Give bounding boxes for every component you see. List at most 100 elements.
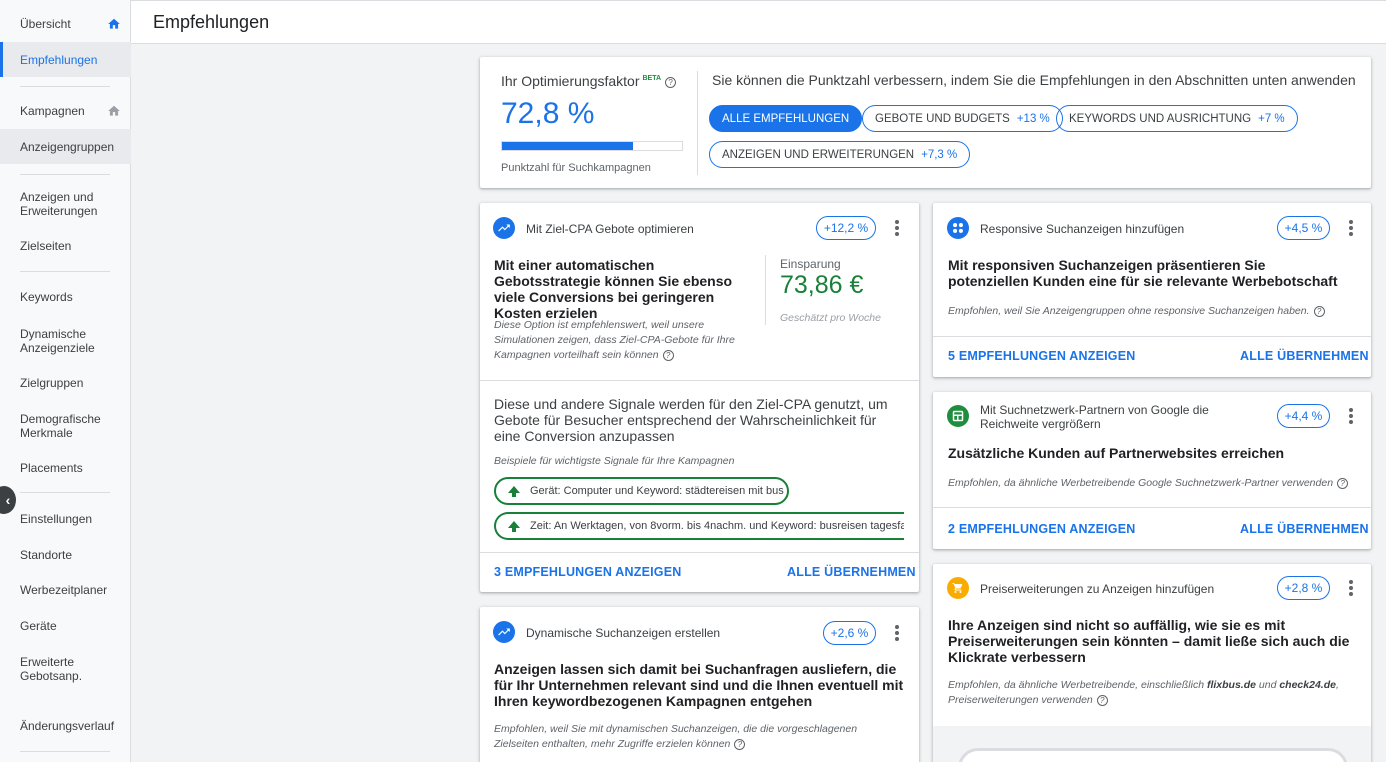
recommendation-card-target-cpa: Mit Ziel-CPA Gebote optimieren +12,2 % M… <box>480 203 919 592</box>
optimization-score-title: Ihr Optimierungsfaktor <box>501 73 640 89</box>
sidebar-item-label: Übersicht <box>20 17 71 31</box>
show-recommendations-link[interactable]: 2 EMPFEHLUNGEN ANZEIGEN <box>948 522 1136 536</box>
note-text: Empfohlen, da ähnliche Werbetreibende Go… <box>948 477 1334 489</box>
recommendation-card-responsive-search-ads: Responsive Suchanzeigen hinzufügen +4,5 … <box>933 203 1371 377</box>
filter-chip-keywords-targeting[interactable]: KEYWORDS UND AUSRICHTUNG +7 % <box>1056 105 1298 132</box>
chip-label: GEBOTE UND BUDGETS <box>875 112 1010 125</box>
optimization-score-card: Ihr Optimierungsfaktor BETA? 72,8 % Punkt… <box>480 57 1371 188</box>
sidebar-item-campaigns[interactable]: Kampagnen <box>0 94 131 128</box>
score-uplift-badge: +2,8 % <box>1277 576 1330 600</box>
recommendation-note: Diese Option ist empfehlenswert, weil un… <box>494 318 756 363</box>
help-icon[interactable]: ? <box>1337 477 1349 489</box>
chip-label: ALLE EMPFEHLUNGEN <box>722 112 850 125</box>
sidebar-item-label: Zielgruppen <box>20 376 84 390</box>
sidebar-item-devices[interactable]: Geräte <box>0 610 131 642</box>
sidebar-item-label: Keywords <box>20 290 73 304</box>
page-title: Empfehlungen <box>153 12 270 32</box>
apps-icon <box>947 217 969 239</box>
ad-preview <box>958 748 1348 762</box>
sidebar-item-adgroups[interactable]: Anzeigengruppen <box>0 129 131 164</box>
note-text: Empfohlen, da ähnliche Werbetreibende, e… <box>948 679 1207 691</box>
sidebar-item-overview[interactable]: Übersicht <box>0 8 131 40</box>
sidebar-item-label: Kampagnen <box>20 104 85 118</box>
chip-percent: +13 % <box>1016 112 1050 125</box>
sidebar-item-dynamic-ad-targets[interactable]: Dynamische Anzeigenziele <box>0 323 131 359</box>
sidebar-item-advanced-bid-adj[interactable]: Erweiterte Gebotsanp. <box>0 651 131 687</box>
sidebar-item-ads-extensions[interactable]: Anzeigen und Erweiterungen <box>0 186 131 222</box>
sidebar-item-demographics[interactable]: Demografische Merkmale <box>0 408 131 444</box>
note-text: Empfohlen, weil Sie mit dynamischen Such… <box>494 723 858 750</box>
savings-value: 73,86 € <box>780 271 864 299</box>
signal-chip: Gerät: Computer und Keyword: städtereise… <box>494 477 789 505</box>
sidebar-item-label: Erweiterte Gebotsanp. <box>20 655 83 683</box>
web-icon <box>947 405 969 427</box>
recommendation-headline: Mit einer automatischen Gebotsstrategie … <box>494 257 733 321</box>
sidebar-item-ad-schedule[interactable]: Werbezeitplaner <box>0 574 131 606</box>
sidebar-item-label: Einstellungen <box>20 512 93 526</box>
preview-area <box>933 726 1371 762</box>
note-text: Empfohlen, weil Sie Anzeigengruppen ohne… <box>948 305 1310 317</box>
sidebar-divider <box>20 751 110 752</box>
sidebar-item-label: Dynamische Anzeigenziele <box>20 327 95 355</box>
score-uplift-badge: +4,4 % <box>1277 404 1330 428</box>
help-icon[interactable]: ? <box>734 738 746 750</box>
optimization-score-label: Ihr Optimierungsfaktor BETA? <box>501 73 677 89</box>
recommendation-note: Empfohlen, da ähnliche Werbetreibende Go… <box>948 476 1368 491</box>
chip-label: ANZEIGEN UND ERWEITERUNGEN <box>722 148 915 161</box>
chip-percent: +7,3 % <box>921 148 958 161</box>
recommendation-note: Empfohlen, weil Sie Anzeigengruppen ohne… <box>948 304 1358 319</box>
sidebar-item-label: Empfehlungen <box>20 52 98 67</box>
more-options-icon[interactable] <box>895 625 899 641</box>
recommendation-card-dynamic-search-ads: Dynamische Suchanzeigen erstellen +2,6 %… <box>480 607 919 762</box>
cart-icon <box>947 577 969 599</box>
sidebar-item-recommendations[interactable]: Empfehlungen <box>0 42 131 77</box>
recommendation-note: Empfohlen, weil Sie mit dynamischen Such… <box>494 722 894 752</box>
sidebar-item-label: Standorte <box>20 548 73 562</box>
recommendation-title: Mit Ziel-CPA Gebote optimieren <box>526 222 694 236</box>
more-options-icon[interactable] <box>1349 580 1353 596</box>
help-icon[interactable]: ? <box>1313 305 1325 317</box>
recommendation-headline: Mit responsiven Suchanzeigen präsentiere… <box>948 257 1338 289</box>
more-options-icon[interactable] <box>1349 408 1353 424</box>
filter-chip-ads-extensions[interactable]: ANZEIGEN UND ERWEITERUNGEN +7,3 % <box>709 141 971 168</box>
help-icon[interactable]: ? <box>1096 694 1108 706</box>
optimization-score-bar <box>501 141 683 151</box>
sidebar-item-label: Änderungsverlauf <box>20 719 115 733</box>
apply-all-link[interactable]: ALLE ÜBERNEHMEN <box>1240 349 1369 363</box>
sidebar-item-locations[interactable]: Standorte <box>0 539 131 571</box>
optimization-score-bar-fill <box>502 142 634 150</box>
recommendation-title: Mit Suchnetzwerk-Partnern von Google die… <box>980 403 1209 431</box>
sidebar-item-settings[interactable]: Einstellungen <box>0 503 131 535</box>
filter-chip-bids-budgets[interactable]: GEBOTE UND BUDGETS +13 % <box>862 105 1063 132</box>
sidebar-divider <box>20 492 110 493</box>
arrow-up-icon <box>508 485 520 497</box>
divider <box>480 552 919 553</box>
show-recommendations-link[interactable]: 3 EMPFEHLUNGEN ANZEIGEN <box>494 565 682 579</box>
more-options-icon[interactable] <box>895 220 899 236</box>
divider <box>933 336 1371 337</box>
arrow-up-icon <box>508 520 520 532</box>
filter-chip-all[interactable]: ALLE EMPFEHLUNGEN <box>709 105 863 132</box>
score-uplift-badge: +2,6 % <box>823 621 876 645</box>
home-icon <box>108 18 120 29</box>
more-options-icon[interactable] <box>1349 220 1353 236</box>
sidebar-item-placements[interactable]: Placements <box>0 452 131 484</box>
signals-intro: Diese und andere Signale werden für den … <box>494 396 888 444</box>
show-recommendations-link[interactable]: 5 EMPFEHLUNGEN ANZEIGEN <box>948 349 1136 363</box>
apply-all-link[interactable]: ALLE ÜBERNEHMEN <box>1240 522 1369 536</box>
note-text: und <box>1255 679 1280 691</box>
sidebar-item-landing-pages[interactable]: Zielseiten <box>0 230 131 262</box>
help-icon[interactable]: ? <box>665 76 677 88</box>
apply-all-link[interactable]: ALLE ÜBERNEHMEN <box>787 565 916 579</box>
recommendation-headline: Ihre Anzeigen sind nicht so auffällig, w… <box>948 617 1350 665</box>
chevron-left-icon: ‹ <box>5 492 11 508</box>
sidebar-item-label: Zielseiten <box>20 239 72 253</box>
sidebar-item-change-history[interactable]: Änderungsverlauf <box>0 710 131 742</box>
recommendation-title: Preiserweiterungen zu Anzeigen hinzufüge… <box>980 582 1215 596</box>
sidebar-item-label: Werbezeitplaner <box>20 583 108 597</box>
optimization-score-subtitle: Punktzahl für Suchkampagnen <box>501 162 651 174</box>
chip-label: KEYWORDS UND AUSRICHTUNG <box>1069 112 1252 125</box>
sidebar-item-audiences[interactable]: Zielgruppen <box>0 367 131 399</box>
help-icon[interactable]: ? <box>662 349 674 361</box>
sidebar-item-keywords[interactable]: Keywords <box>0 281 131 313</box>
